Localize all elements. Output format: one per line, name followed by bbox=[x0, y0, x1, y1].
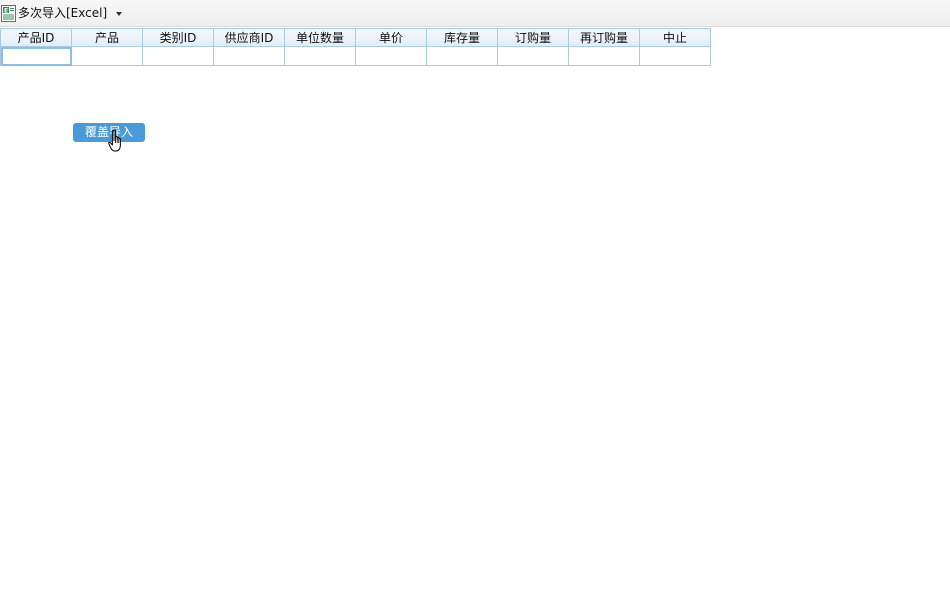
grid-header-row: 产品ID 产品 类别ID 供应商ID 单位数量 单价 库存量 订购量 再订购量 … bbox=[0, 28, 711, 47]
grid-cell[interactable] bbox=[639, 46, 711, 66]
grid-cell[interactable] bbox=[213, 46, 285, 66]
grid-cell[interactable] bbox=[142, 46, 214, 66]
grid-cell[interactable] bbox=[284, 46, 356, 66]
grid-cell[interactable] bbox=[497, 46, 569, 66]
grid-cell[interactable] bbox=[355, 46, 427, 66]
column-header[interactable]: 库存量 bbox=[426, 28, 498, 47]
svg-text:E: E bbox=[4, 7, 8, 14]
column-header[interactable]: 中止 bbox=[639, 28, 711, 47]
grid-cell-active[interactable] bbox=[0, 46, 72, 66]
column-header[interactable]: 单价 bbox=[355, 28, 427, 47]
table-row bbox=[0, 46, 711, 66]
hand-pointer-icon bbox=[108, 129, 121, 152]
column-header[interactable]: 产品ID bbox=[0, 28, 72, 47]
toolbar: E 多次导入[Excel] bbox=[0, 0, 950, 27]
multi-import-excel-menu[interactable]: E 多次导入[Excel] bbox=[1, 4, 123, 22]
column-header[interactable]: 类别ID bbox=[142, 28, 214, 47]
import-menu-label: 多次导入[Excel] bbox=[18, 6, 108, 20]
grid-cell[interactable] bbox=[568, 46, 640, 66]
grid-cell[interactable] bbox=[426, 46, 498, 66]
excel-file-icon: E bbox=[1, 4, 16, 22]
chevron-down-icon[interactable] bbox=[116, 12, 123, 16]
column-header[interactable]: 订购量 bbox=[497, 28, 569, 47]
grid-cell[interactable] bbox=[71, 46, 143, 66]
column-header[interactable]: 再订购量 bbox=[568, 28, 640, 47]
column-header[interactable]: 供应商ID bbox=[213, 28, 285, 47]
product-grid: 产品ID 产品 类别ID 供应商ID 单位数量 单价 库存量 订购量 再订购量 … bbox=[0, 28, 711, 66]
column-header[interactable]: 产品 bbox=[71, 28, 143, 47]
column-header[interactable]: 单位数量 bbox=[284, 28, 356, 47]
